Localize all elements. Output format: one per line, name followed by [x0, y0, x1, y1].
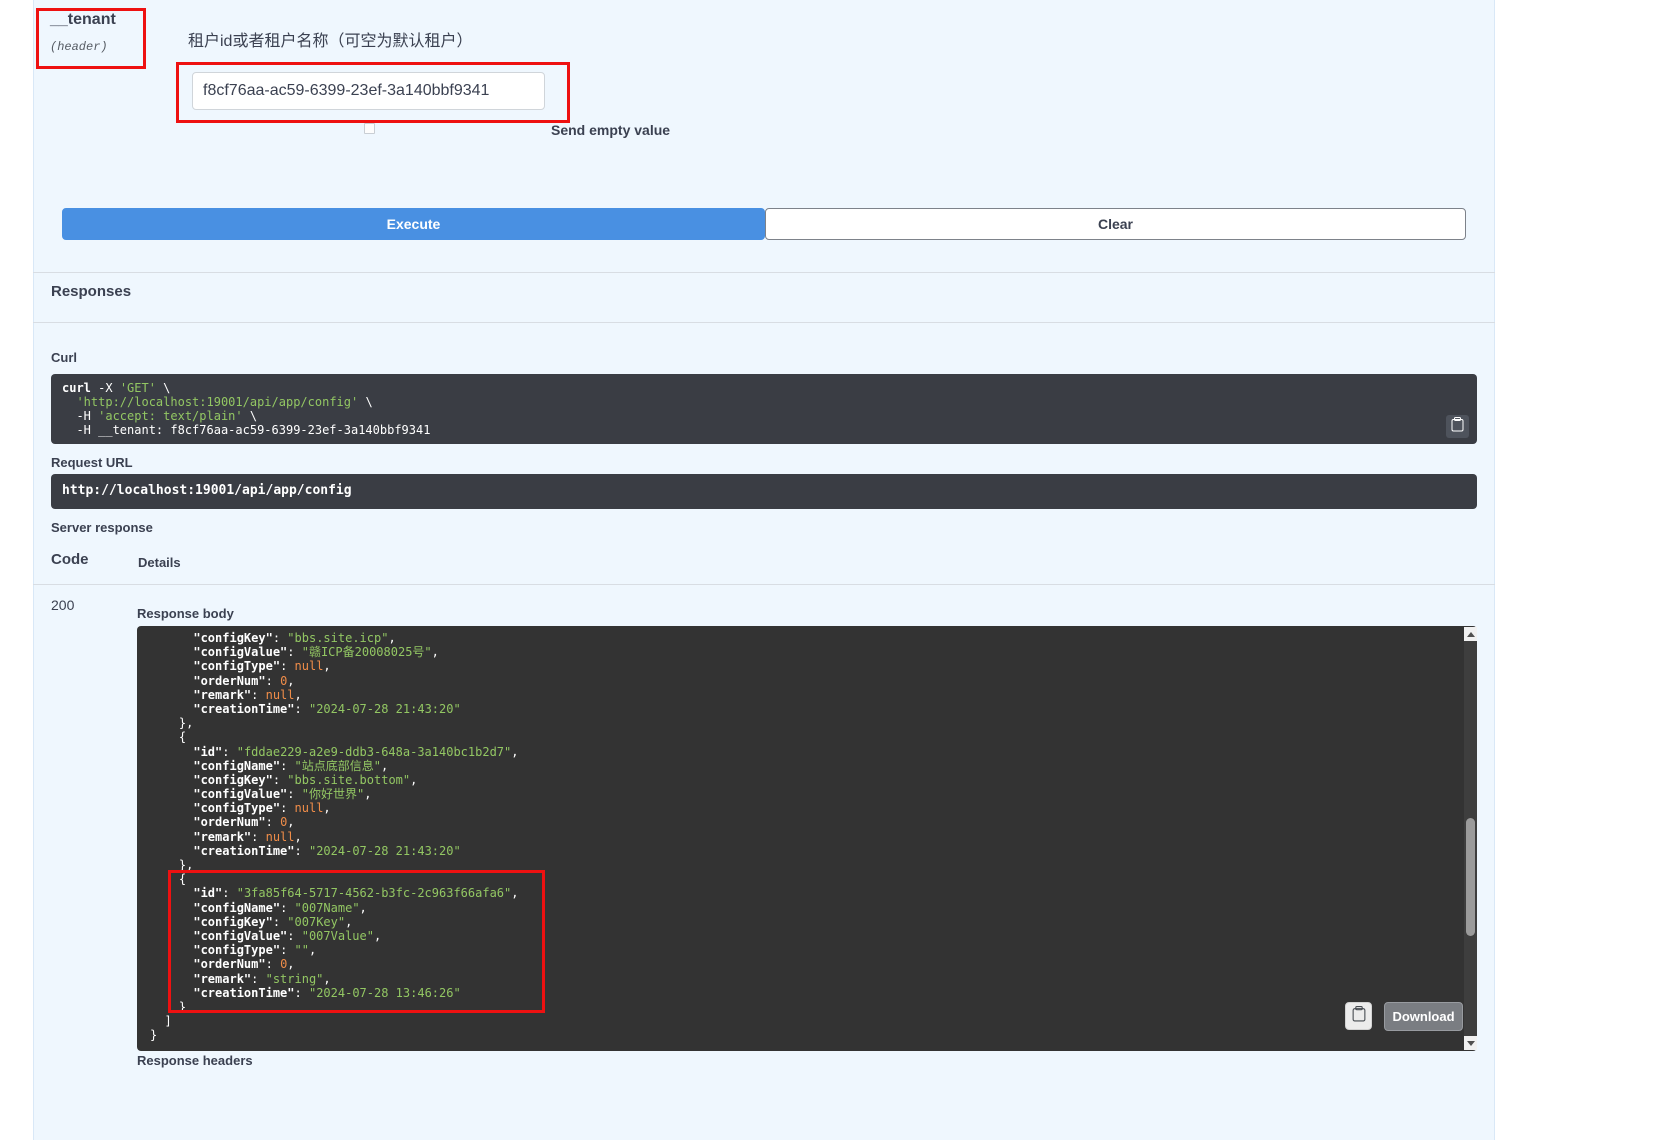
send-empty-label: Send empty value	[551, 122, 670, 138]
parameter-location: (header)	[50, 40, 108, 54]
responses-top-divider	[33, 272, 1495, 273]
response-body-block: "configKey": "bbs.site.icp", "configValu…	[137, 626, 1477, 1051]
response-copy-button[interactable]	[1345, 1002, 1372, 1030]
tenant-input[interactable]	[192, 72, 545, 110]
clear-button[interactable]: Clear	[765, 208, 1466, 240]
clipboard-icon	[1352, 1006, 1366, 1027]
swagger-operation-page: __tenant (header) 租户id或者租户名称（可空为默认租户） Se…	[0, 0, 1667, 1140]
send-empty-checkbox[interactable]	[364, 123, 375, 134]
scrollbar-thumb[interactable]	[1466, 818, 1475, 936]
server-response-label: Server response	[51, 520, 153, 535]
response-body-label: Response body	[137, 606, 234, 621]
scrollbar-down-button[interactable]	[1464, 1036, 1477, 1050]
responses-bottom-divider	[33, 322, 1495, 323]
request-url-value: http://localhost:19001/api/app/config	[51, 474, 1477, 509]
clipboard-icon	[1451, 417, 1464, 437]
parameter-name: __tenant	[50, 11, 116, 29]
download-button[interactable]: Download	[1384, 1002, 1463, 1031]
response-table-divider	[33, 584, 1495, 585]
curl-label: Curl	[51, 350, 77, 365]
scrollbar-up-button[interactable]	[1464, 627, 1477, 641]
status-code: 200	[51, 597, 74, 613]
curl-command-block: curl -X 'GET' \ 'http://localhost:19001/…	[51, 374, 1477, 444]
details-column-header: Details	[138, 555, 181, 570]
parameter-description: 租户id或者租户名称（可空为默认租户）	[188, 27, 472, 51]
execute-button[interactable]: Execute	[62, 208, 765, 240]
code-column-header: Code	[51, 551, 89, 568]
response-headers-label: Response headers	[137, 1053, 253, 1068]
curl-copy-button[interactable]	[1446, 415, 1469, 438]
triangle-down-icon	[1467, 1041, 1475, 1046]
triangle-up-icon	[1467, 632, 1475, 637]
responses-title: Responses	[51, 283, 131, 300]
request-url-label: Request URL	[51, 455, 133, 470]
